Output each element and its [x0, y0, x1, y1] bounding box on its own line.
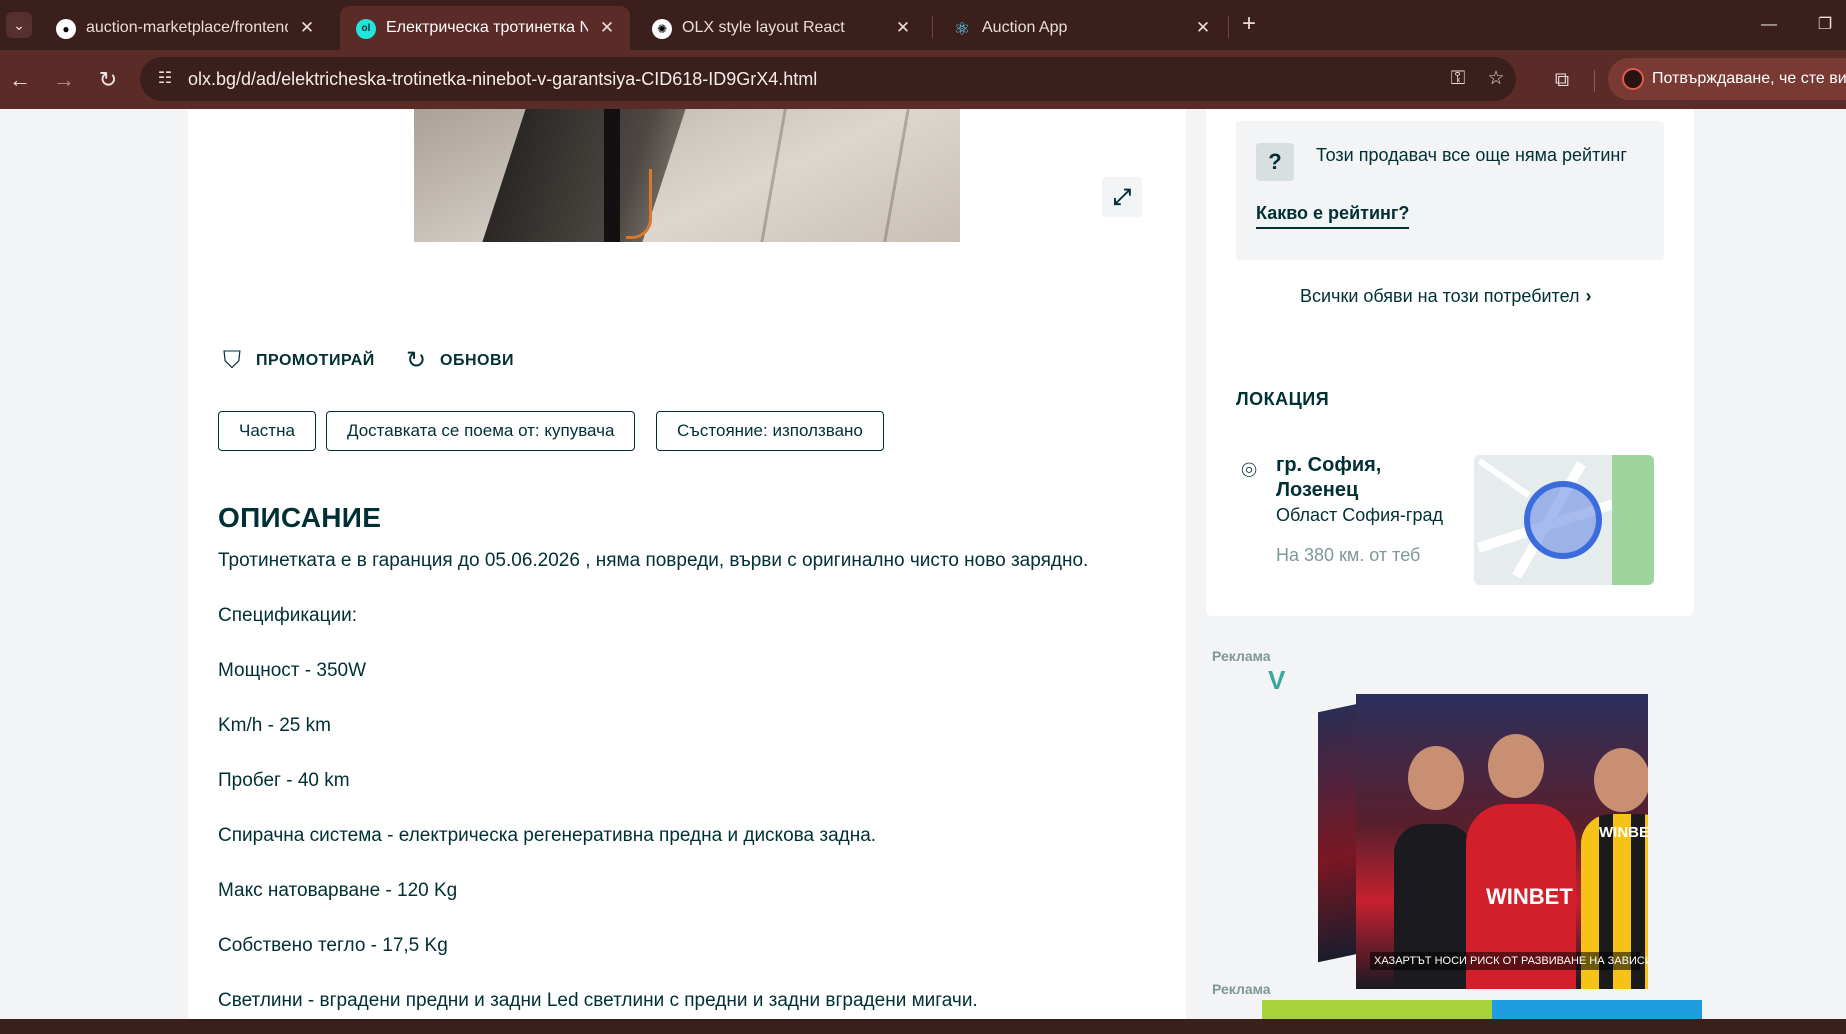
ad-player-head [1408, 746, 1464, 810]
description-text: Тротинетката е в гаранция до 05.06.2026 … [218, 550, 1158, 1019]
location-title: ЛОКАЦИЯ [1236, 389, 1330, 409]
site-settings-icon[interactable]: ☷ [154, 68, 176, 90]
browser-tab-strip: ⌄ ● auction-marketplace/frontend/ ✕ ol Е… [0, 0, 1846, 50]
new-tab-button[interactable]: + [1236, 12, 1262, 38]
description-line: Спецификации: [218, 605, 358, 626]
description-line: Пробег - 40 km [218, 770, 350, 791]
reload-icon[interactable]: ↻ [94, 66, 122, 94]
ad-cube-side [1318, 703, 1358, 963]
fullscreen-icon[interactable]: ⤢ [1102, 177, 1142, 217]
location-city: гр. София, Лозенец [1276, 454, 1382, 501]
what-is-rating-link[interactable]: Какво е рейтинг? [1256, 203, 1410, 229]
bookmark-star-icon[interactable]: ☆ [1484, 67, 1508, 91]
openai-icon: ✺ [652, 19, 672, 39]
map-road [1477, 458, 1531, 498]
map-park [1612, 455, 1654, 585]
location-map[interactable] [1474, 455, 1654, 585]
url-text[interactable]: olx.bg/d/ad/elektricheska-trotinetka-nin… [188, 69, 817, 90]
minimize-icon[interactable]: — [1756, 12, 1782, 38]
browser-toolbar: ← → ↻ ☷ olx.bg/d/ad/elektricheska-trotin… [0, 50, 1846, 109]
refresh-icon: ↻ [405, 347, 427, 374]
olx-icon: ol [356, 19, 376, 39]
scooter-stem [604, 109, 620, 242]
tab-title: Електрическа тротинетка Nine [386, 19, 588, 36]
page-content: ⤢ ⛉ ПРОМОТИРАЙ ↻ ОБНОВИ Частна Доставкат… [0, 109, 1846, 1019]
ad-warning-text: ХАЗАРТЪТ НОСИ РИСК ОТ РАЗВИВАНЕ НА ЗАВИС… [1370, 952, 1648, 970]
advertisement-banner[interactable]: WINBET WINBET ХАЗАРТЪТ НОСИ РИСК ОТ РАЗВ… [1318, 684, 1648, 989]
forward-icon[interactable]: → [50, 66, 78, 94]
ad-label: Реклама [1212, 981, 1271, 997]
tab-separator [932, 16, 933, 38]
tab-title: OLX style layout React [682, 19, 845, 36]
rating-message: Този продавач все още няма рейтинг [1316, 145, 1627, 165]
github-icon: ● [56, 19, 76, 39]
ad-cube-front: WINBET WINBET [1356, 694, 1648, 989]
ad-brand-text: WINBET [1599, 824, 1648, 841]
tab-github[interactable]: ● auction-marketplace/frontend/ ✕ [40, 6, 330, 50]
tab-title: Auction App [982, 19, 1068, 36]
chevron-right-icon: › [1585, 286, 1592, 306]
bookmark-icon: ⛉ [223, 347, 241, 374]
refresh-label: ОБНОВИ [440, 352, 514, 369]
tag-condition[interactable]: Състояние: използвано [656, 411, 884, 451]
ad-logo-icon: V [1268, 665, 1286, 695]
address-bar[interactable]: ☷ olx.bg/d/ad/elektricheska-trotinetka-n… [140, 57, 1516, 101]
react-icon: ⚛ [953, 19, 971, 39]
back-icon[interactable]: ← [6, 66, 34, 94]
scooter-deck [482, 109, 686, 242]
toolbar-divider [1594, 70, 1595, 92]
location-card: ЛОКАЦИЯ ⌾ гр. София, Лозенец Област Софи… [1206, 359, 1694, 616]
promote-button[interactable]: ⛉ ПРОМОТИРАЙ [218, 346, 375, 376]
ad-brand-text: WINBET [1486, 884, 1573, 909]
promote-label: ПРОМОТИРАЙ [256, 352, 375, 369]
tab-search-button[interactable]: ⌄ [6, 12, 32, 38]
password-key-icon[interactable]: ⚿ [1446, 67, 1470, 91]
advertisement-banner[interactable] [1262, 1000, 1702, 1019]
description-line: Мощност - 350W [218, 660, 367, 681]
description-card: ⛉ ПРОМОТИРАЙ ↻ ОБНОВИ Частна Доставката … [188, 302, 1186, 1019]
ad-banner-panel [1492, 1000, 1702, 1019]
close-icon[interactable]: ✕ [892, 17, 914, 39]
location-distance: На 380 км. от теб [1276, 545, 1421, 565]
profile-button[interactable]: Потвърждаване, че сте вие [1608, 58, 1846, 100]
description-line: Тротинетката е в гаранция до 05.06.2026 … [218, 550, 1089, 571]
ad-banner-panel [1262, 1000, 1492, 1019]
description-line: Макс натоварване - 120 Kg [218, 880, 458, 901]
description-title: ОПИСАНИЕ [218, 502, 382, 533]
tag-private[interactable]: Частна [218, 411, 316, 451]
tag-delivery[interactable]: Доставката се поема от: купувача [326, 411, 636, 451]
listing-photo[interactable] [414, 109, 960, 242]
ad-player-head [1594, 748, 1648, 812]
description-line: Спирачна система - електрическа регенера… [218, 825, 877, 846]
location-region: Област София-град [1276, 505, 1443, 525]
scooter-cable [626, 169, 652, 239]
avatar [1622, 68, 1644, 90]
question-icon: ? [1256, 143, 1294, 181]
floor-tiles [664, 109, 960, 242]
close-icon[interactable]: ✕ [1192, 17, 1214, 39]
all-seller-ads-link[interactable]: Всички обяви на този потребител › [1300, 286, 1592, 307]
maximize-icon[interactable]: ❐ [1812, 12, 1838, 38]
tab-title: auction-marketplace/frontend/ [86, 19, 288, 36]
extensions-icon[interactable]: ⧉ [1548, 66, 1576, 94]
refresh-button[interactable]: ↻ ОБНОВИ [402, 346, 514, 376]
close-icon[interactable]: ✕ [296, 17, 318, 39]
close-icon[interactable]: ✕ [596, 17, 618, 39]
tab-chatgpt[interactable]: ✺ OLX style layout React ✕ [636, 6, 926, 50]
os-taskbar [0, 1019, 1846, 1034]
ad-label: Реклама [1212, 648, 1271, 664]
description-line: Светлини - вградени предни и задни Led с… [218, 990, 978, 1011]
tab-olx[interactable]: ol Електрическа тротинетка Nine ✕ [340, 6, 630, 50]
tab-auction-app[interactable]: ⚛ Auction App ✕ [936, 6, 1226, 50]
description-line: Km/h - 25 km [218, 715, 331, 736]
ad-player-head [1488, 734, 1544, 798]
all-ads-label: Всички обяви на този потребител [1300, 286, 1580, 306]
map-pin-icon: ⌾ [1241, 455, 1257, 485]
description-line: Собствено тегло - 17,5 Kg [218, 935, 448, 956]
seller-rating-box: ? Този продавач все още няма рейтинг Как… [1236, 121, 1664, 260]
location-radius-circle [1524, 481, 1602, 559]
profile-label: Потвърждаване, че сте вие [1652, 70, 1846, 87]
tab-separator [1228, 16, 1229, 38]
